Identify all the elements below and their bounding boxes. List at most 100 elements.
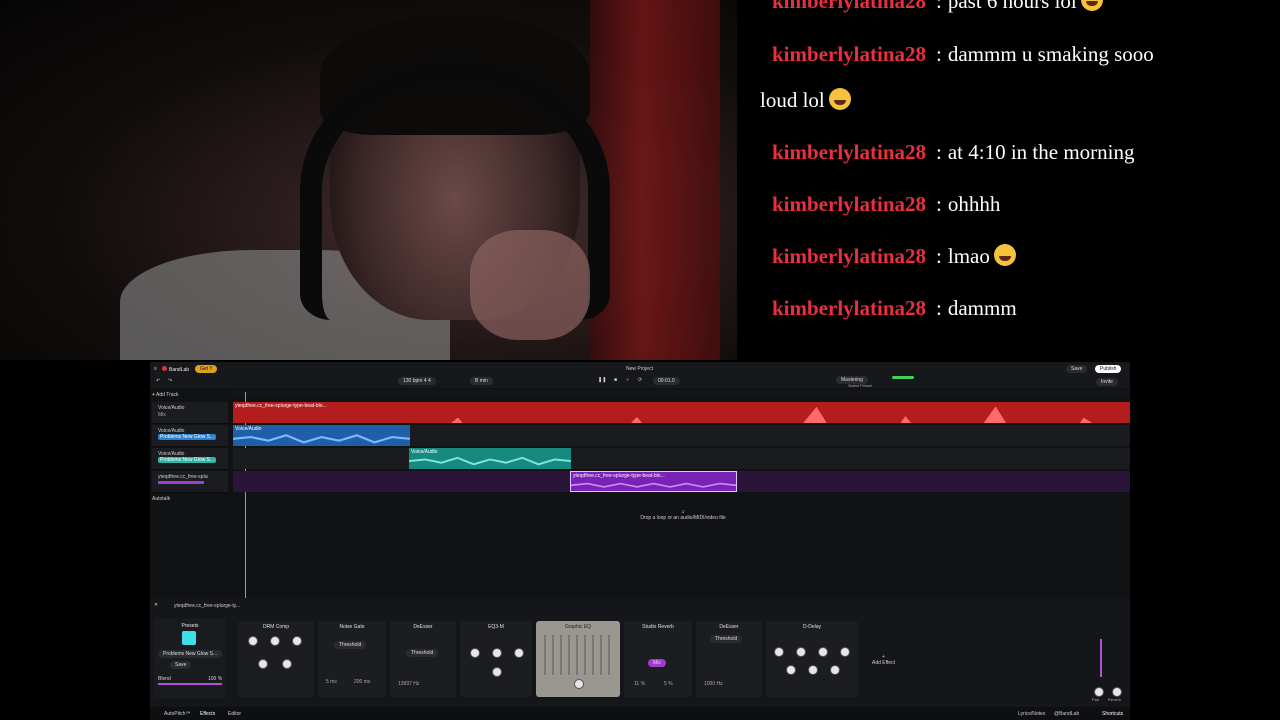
track-header[interactable]: Voice/Audio Problems New Glow S... (152, 425, 228, 447)
track-preset[interactable]: Problems New Glow S... (158, 457, 217, 463)
knob-icon[interactable] (818, 647, 828, 657)
preset-selector[interactable]: Problems New Glow S... (158, 650, 222, 658)
track-header[interactable]: Voice/Audio Problems New Glow S... (152, 448, 228, 470)
track-header[interactable]: Voice/Audio Mix (152, 402, 228, 424)
loop-icon[interactable]: ⟳ (638, 377, 642, 383)
reverb-mix[interactable]: Mix (648, 659, 666, 667)
fx-threshold[interactable]: Threshold (710, 635, 743, 643)
knob-icon[interactable] (514, 648, 524, 658)
knob-icon[interactable] (840, 647, 850, 657)
fx-value: 1000 Hz (704, 681, 723, 687)
preset-thumbnail-icon[interactable] (182, 631, 196, 645)
knob-icon[interactable] (270, 636, 280, 646)
tab-effects[interactable]: Effects (200, 711, 215, 717)
publish-button[interactable]: Publish (1095, 365, 1122, 373)
fx-card[interactable]: Noise Gate Threshold 5 ms 200 ms (318, 621, 386, 697)
fx-track-label: yteqdfree.cc_free-splurge-ty... (174, 603, 241, 609)
save-button[interactable]: Save (1066, 365, 1088, 373)
daw-toolbar: ≡ BandLab Get ‼ ↶ ↷ New Project 130 bpm … (150, 362, 1130, 388)
fx-card[interactable]: D-Delay (766, 621, 858, 697)
knob-icon[interactable] (292, 636, 302, 646)
track-header[interactable]: yteqdfree.cc_free-splurge-typ... (152, 471, 228, 493)
key-selector[interactable]: B min (470, 377, 493, 385)
audio-clip[interactable]: Voice/Audio (233, 425, 410, 446)
knob-icon[interactable] (808, 665, 818, 675)
tab-autopitch[interactable]: AutoPitch™ (164, 711, 190, 717)
knob-icon[interactable] (470, 648, 480, 658)
audio-clip[interactable]: Voice/Audio (409, 448, 571, 469)
chat-text: dammm (947, 296, 1017, 320)
volume-fader[interactable] (1100, 639, 1102, 677)
track-name: Voice/Audio (158, 405, 185, 411)
chat-username: kimberlylatina28 (772, 296, 927, 320)
fx-card-title: DeEsser (413, 624, 433, 630)
chat-username: kimberlylatina28 (772, 0, 927, 13)
blend-slider[interactable] (158, 683, 222, 685)
knob-icon[interactable] (796, 647, 806, 657)
fx-card[interactable]: DeEsser Threshold 13997 Hz (390, 621, 456, 697)
track-lane[interactable]: Voice/Audio (233, 448, 1130, 469)
project-title[interactable]: New Project (626, 366, 653, 372)
volume-meter (892, 376, 914, 379)
drop-zone[interactable]: ♫ Drop a loop or an audio/MIDI/video fil… (638, 509, 728, 521)
pause-icon[interactable]: ❚❚ (598, 377, 606, 383)
close-icon[interactable]: ✕ (154, 602, 158, 608)
menu-icon[interactable]: ≡ (154, 366, 157, 372)
audio-clip[interactable]: yteqdfree.cc_free-splurge-type-beat-blo.… (570, 471, 737, 492)
graphic-eq-sliders[interactable] (544, 635, 612, 675)
fx-value: 5 ms (326, 679, 337, 685)
chat-text: ohhhh (947, 192, 1001, 216)
tab-editor[interactable]: Editor (228, 711, 241, 717)
chat-username: kimberlylatina28 (772, 140, 927, 164)
knob-icon[interactable] (248, 636, 258, 646)
knob-icon[interactable] (492, 648, 502, 658)
knob-icon[interactable] (830, 665, 840, 675)
track-lane[interactable]: Voice/Audio (233, 425, 1130, 446)
undo-icon[interactable]: ↶ (156, 378, 160, 384)
shortcuts-button[interactable]: Shortcuts (1102, 711, 1123, 717)
add-effect-button[interactable]: + Add Effect (872, 654, 895, 666)
add-track-button[interactable]: + Add Track (152, 392, 228, 400)
redo-icon[interactable]: ↷ (168, 378, 172, 384)
upgrade-badge[interactable]: Get ‼ (195, 365, 217, 373)
track-lane[interactable]: yteqdfree.cc_free-splurge-type-beat-blo.… (233, 471, 1130, 492)
track-preset[interactable]: Problems New Glow S... (158, 434, 217, 440)
preset-save-button[interactable]: Save (170, 661, 192, 669)
knob-icon[interactable] (492, 667, 502, 677)
fx-card[interactable]: Graphic EQ (536, 621, 620, 697)
app-logo[interactable]: BandLab (162, 366, 189, 373)
fx-card[interactable]: DeEsser Threshold 1000 Hz (696, 621, 762, 697)
laughing-emoji-icon (828, 88, 851, 110)
invite-button[interactable]: Invite (1096, 378, 1118, 386)
record-icon[interactable]: ● (626, 377, 629, 383)
fx-card[interactable]: Studio Reverb Mix 11 % 5 % (624, 621, 692, 697)
add-effect-label: Add Effect (872, 660, 895, 666)
bandlab-link[interactable]: @BandLab (1054, 711, 1079, 717)
person-hand (470, 230, 590, 340)
track-lane[interactable]: yteqdfree.cc_free-splurge-type-beat-blo.… (233, 402, 1130, 423)
reverb-knob-icon[interactable] (1112, 687, 1122, 697)
fx-card[interactable]: EQ3-M (460, 621, 532, 697)
knob-icon[interactable] (282, 659, 292, 669)
chat-overlay: kimberlylatina28: past 6 hours lol kimber… (760, 0, 1280, 360)
pan-label: Pan (1092, 697, 1100, 702)
fx-card[interactable]: DRM Comp (238, 621, 314, 697)
fx-threshold[interactable]: Threshold (406, 649, 439, 657)
fx-threshold[interactable]: Threshold (334, 641, 367, 649)
knob-icon[interactable] (258, 659, 268, 669)
knob-icon[interactable] (774, 647, 784, 657)
lyrics-notes-button[interactable]: Lyrics/Notes (1018, 711, 1045, 717)
fx-card-title: D-Delay (802, 624, 822, 630)
pan-knob-icon[interactable] (1094, 687, 1104, 697)
autotalk-toggle[interactable]: Autotalk (152, 496, 228, 504)
stop-icon[interactable]: ■ (614, 377, 617, 383)
knob-icon[interactable] (786, 665, 796, 675)
knob-icon[interactable] (574, 679, 584, 689)
timeline-ruler[interactable] (233, 390, 1130, 398)
chat-text: dammm u smaking sooo (947, 42, 1154, 66)
presets-label: Presets (181, 623, 199, 629)
chat-separator: : (936, 42, 942, 66)
chat-message-continuation: loud lol (760, 88, 851, 113)
audio-clip[interactable]: yteqdfree.cc_free-splurge-type-beat-blo.… (233, 402, 1130, 423)
tempo-box[interactable]: 130 bpm 4 4 (398, 377, 436, 385)
